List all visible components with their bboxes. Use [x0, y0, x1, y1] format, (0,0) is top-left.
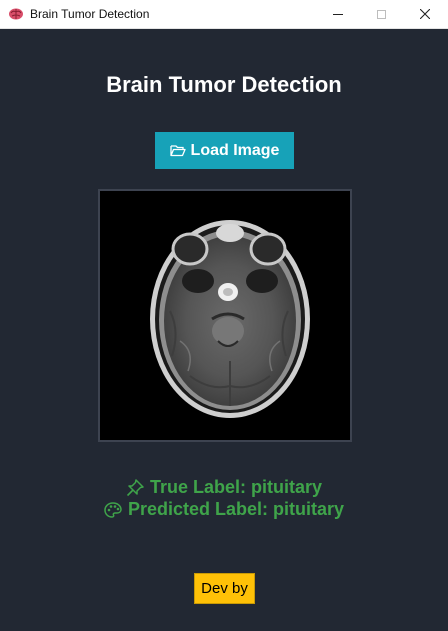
true-label-text: True Label: pituitary	[149, 477, 323, 497]
pushpin-icon	[126, 478, 144, 496]
window-title: Brain Tumor Detection	[30, 7, 150, 21]
close-button[interactable]	[402, 0, 448, 28]
predicted-label-row: Predicted Label: pituitary	[0, 499, 448, 520]
minimize-button[interactable]	[315, 0, 361, 28]
maximize-icon	[376, 9, 386, 19]
palette-icon	[104, 501, 122, 518]
window-titlebar: Brain Tumor Detection	[0, 0, 448, 29]
folder-open-icon	[169, 145, 186, 157]
maximize-button[interactable]	[358, 0, 404, 28]
load-image-label: Load Image	[190, 141, 280, 159]
mri-scan-image	[100, 191, 350, 440]
predicted-label-text: Predicted Label: pituitary	[127, 499, 345, 519]
brain-icon	[9, 8, 23, 20]
page-title: Brain Tumor Detection	[106, 72, 342, 97]
load-image-button[interactable]: Load Image	[155, 132, 294, 169]
mri-image-frame	[98, 189, 352, 442]
dev-by-button[interactable]: Dev by	[194, 573, 255, 604]
true-label-row: True Label: pituitary	[0, 477, 448, 498]
minimize-icon	[333, 13, 343, 15]
close-icon	[420, 9, 430, 19]
